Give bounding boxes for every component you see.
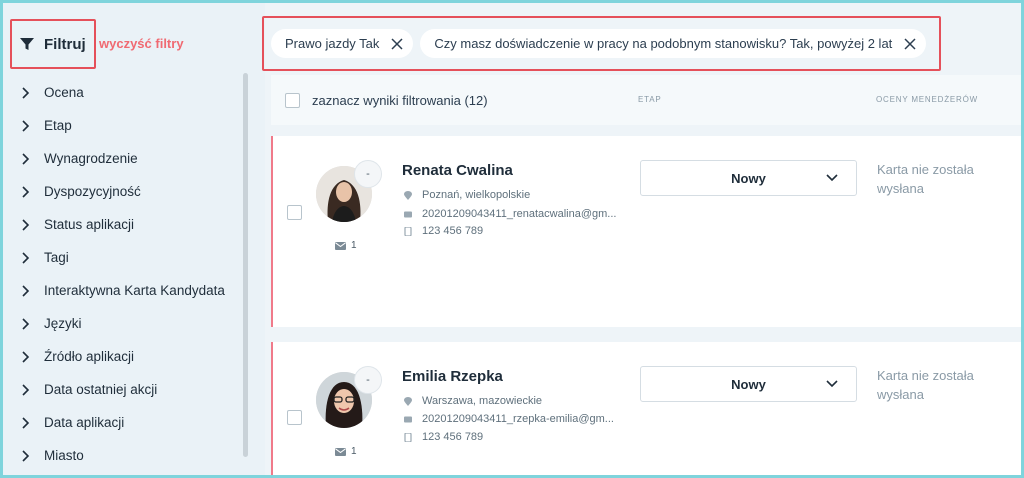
phone-icon — [404, 432, 412, 442]
results-header: zaznacz wyniki filtrowania (12) ETAP OCE… — [271, 75, 1021, 125]
phone-text: 123 456 789 — [422, 225, 484, 237]
filter-item-label: Data aplikacji — [44, 415, 125, 430]
filter-item-karta-kandydata[interactable]: Interaktywna Karta Kandydata — [3, 274, 243, 307]
select-all-checkbox[interactable] — [285, 92, 300, 108]
filter-item-ocena[interactable]: Ocena — [3, 76, 243, 109]
location-pin-icon — [404, 190, 412, 200]
filter-item-tagi[interactable]: Tagi — [3, 241, 243, 274]
filter-item-label: Etap — [44, 118, 72, 133]
sidebar-scrollbar[interactable] — [243, 73, 248, 457]
location-text: Warszawa, mazowieckie — [422, 395, 543, 407]
email-text[interactable]: 20201209043411_rzepka-emilia@gm... — [422, 413, 614, 425]
candidate-name[interactable]: Emilia Rzepka — [402, 368, 503, 385]
filter-item-label: Interaktywna Karta Kandydata — [44, 283, 225, 298]
filter-item-data-aplikacji[interactable]: Data aplikacji — [3, 406, 243, 439]
candidate-location: Poznań, wielkopolskie — [404, 189, 530, 201]
avatar-badge: - — [354, 366, 382, 394]
filter-item-miasto[interactable]: Miasto — [3, 439, 243, 472]
message-count[interactable]: 1 — [335, 446, 357, 457]
chip-label: Prawo jazdy Tak — [285, 36, 380, 51]
close-icon[interactable] — [391, 37, 403, 50]
stage-select[interactable]: Nowy — [640, 160, 857, 196]
chevron-right-icon — [22, 350, 30, 363]
chevron-right-icon — [22, 416, 30, 429]
message-count-value: 1 — [351, 240, 357, 251]
envelope-icon — [335, 241, 346, 250]
filter-item-label: Języki — [44, 316, 82, 331]
filter-item-status-aplikacji[interactable]: Status aplikacji — [3, 208, 243, 241]
active-filter-chip: Czy masz doświadczenie w pracy na podobn… — [420, 29, 927, 58]
chevron-right-icon — [22, 119, 30, 132]
active-filter-chip: Prawo jazdy Tak — [271, 29, 414, 58]
filter-list: Ocena Etap Wynagrodzenie Dyspozycyjność … — [3, 76, 243, 472]
filter-sidebar: Filtruj wyczyść filtry Ocena Etap Wynagr… — [3, 3, 265, 475]
avatar-badge: - — [354, 160, 382, 188]
location-pin-icon — [404, 396, 412, 406]
message-count[interactable]: 1 — [335, 240, 357, 251]
candidate-checkbox[interactable] — [287, 205, 302, 220]
filter-item-data-ostatniej-akcji[interactable]: Data ostatniej akcji — [3, 373, 243, 406]
chip-label: Czy masz doświadczenie w pracy na podobn… — [434, 36, 893, 51]
candidate-email: 20201209043411_rzepka-emilia@gm... — [404, 413, 614, 425]
candidate-card[interactable]: - 1 Renata Cwalina Poznań, wielkopolskie… — [271, 136, 1021, 327]
email-icon — [404, 416, 412, 422]
filter-item-label: Status aplikacji — [44, 217, 135, 232]
chevron-down-icon — [826, 380, 838, 388]
column-header-ratings: OCENY MENEDŻERÓW — [876, 95, 978, 104]
filter-item-label: Wynagrodzenie — [44, 151, 138, 166]
chevron-right-icon — [22, 449, 30, 462]
filter-item-etap[interactable]: Etap — [3, 109, 243, 142]
candidate-checkbox[interactable] — [287, 410, 302, 425]
filter-item-label: Miasto — [44, 448, 84, 463]
phone-icon — [404, 226, 412, 236]
stage-value: Nowy — [731, 376, 766, 392]
filter-item-label: Ocena — [44, 85, 84, 100]
candidate-phone: 123 456 789 — [404, 225, 483, 237]
stage-select[interactable]: Nowy — [640, 366, 857, 402]
email-text[interactable]: 20201209043411_renatacwalina@gm... — [422, 208, 616, 220]
filter-item-zrodlo-aplikacji[interactable]: Źródło aplikacji — [3, 340, 243, 373]
candidate-name[interactable]: Renata Cwalina — [402, 162, 513, 179]
active-filters-bar: Prawo jazdy Tak Czy masz doświadczenie w… — [262, 16, 941, 71]
filter-item-label: Źródło aplikacji — [44, 349, 135, 364]
candidate-phone: 123 456 789 — [404, 431, 483, 443]
chevron-right-icon — [22, 185, 30, 198]
phone-text: 123 456 789 — [422, 431, 484, 443]
email-icon — [404, 211, 412, 217]
filter-item-wynagrodzenie[interactable]: Wynagrodzenie — [3, 142, 243, 175]
candidate-card[interactable]: - 1 Emilia Rzepka Warszawa, mazowieckie … — [271, 342, 1021, 475]
location-text: Poznań, wielkopolskie — [422, 189, 531, 201]
funnel-icon — [20, 38, 34, 50]
chevron-right-icon — [22, 383, 30, 396]
manager-rating-status: Karta nie została wysłana — [877, 368, 974, 402]
chevron-right-icon — [22, 284, 30, 297]
filter-item-label: Tagi — [44, 250, 69, 265]
filter-item-label: Data ostatniej akcji — [44, 382, 158, 397]
filter-header[interactable]: Filtruj — [10, 19, 96, 69]
chevron-right-icon — [22, 251, 30, 264]
filter-label: Filtruj — [44, 35, 86, 53]
chevron-down-icon — [826, 174, 838, 182]
candidate-location: Warszawa, mazowieckie — [404, 395, 542, 407]
manager-rating-status: Karta nie została wysłana — [877, 162, 974, 196]
envelope-icon — [335, 447, 346, 456]
stage-value: Nowy — [731, 170, 766, 186]
chevron-right-icon — [22, 152, 30, 165]
column-header-stage: ETAP — [638, 95, 662, 104]
select-results-label: zaznacz wyniki filtrowania (12) — [312, 92, 488, 108]
app-frame: Filtruj wyczyść filtry Ocena Etap Wynagr… — [3, 3, 1021, 475]
close-icon[interactable] — [904, 37, 916, 50]
candidate-email: 20201209043411_renatacwalina@gm... — [404, 208, 616, 220]
chevron-right-icon — [22, 317, 30, 330]
chevron-right-icon — [22, 218, 30, 231]
message-count-value: 1 — [351, 446, 357, 457]
filter-item-label: Dyspozycyjność — [44, 184, 141, 199]
chevron-right-icon — [22, 86, 30, 99]
filter-item-dyspozycyjnosc[interactable]: Dyspozycyjność — [3, 175, 243, 208]
filter-item-jezyki[interactable]: Języki — [3, 307, 243, 340]
clear-filters-link[interactable]: wyczyść filtry — [99, 36, 184, 51]
